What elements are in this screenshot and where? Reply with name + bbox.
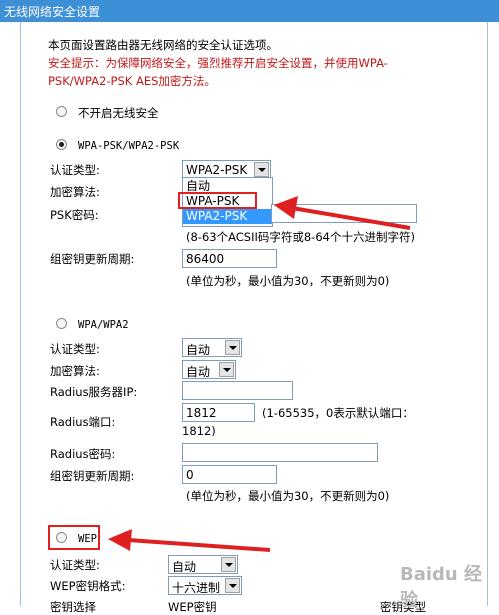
- watermark: Baidu 经验: [400, 564, 483, 611]
- annotation-arrows: [108, 196, 411, 552]
- arrow-to-wpa-psk-icon: [274, 196, 411, 230]
- arrow-to-wep-icon: [108, 529, 271, 552]
